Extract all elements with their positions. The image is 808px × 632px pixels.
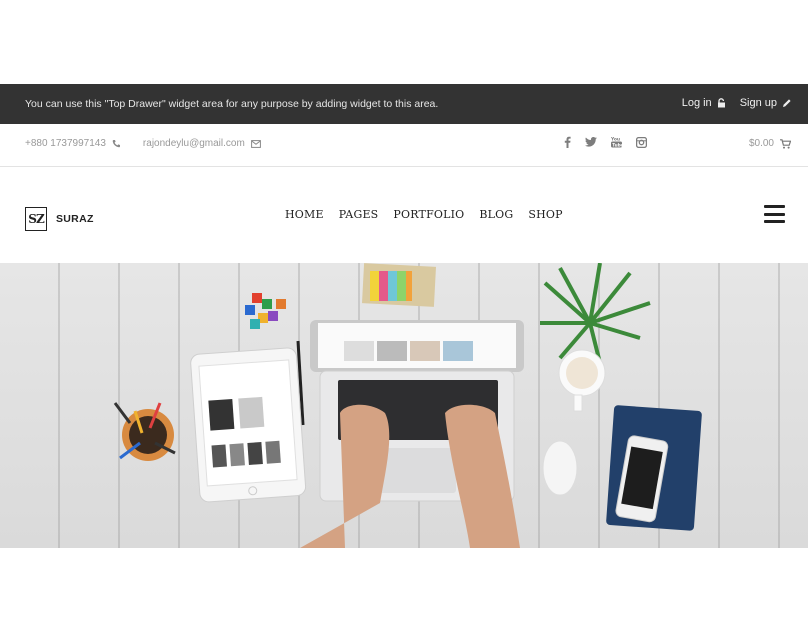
svg-text:Tube: Tube — [612, 142, 622, 147]
site-header: SZ SURAZ HOME PAGES PORTFOLIO BLOG SHOP — [0, 167, 808, 263]
top-drawer: You can use this "Top Drawer" widget are… — [0, 84, 808, 124]
color-cubes — [245, 293, 286, 329]
email-link[interactable]: rajondeylu@gmail.com — [143, 138, 245, 149]
logo-text: SURAZ — [56, 213, 94, 225]
sticky-notes — [362, 263, 436, 307]
nav-item-pages[interactable]: PAGES — [339, 208, 379, 221]
envelope-icon — [250, 139, 261, 148]
tablet — [190, 347, 307, 503]
login-label: Log in — [681, 97, 712, 109]
twitter-icon[interactable] — [585, 137, 597, 147]
signup-label: Sign up — [739, 97, 777, 109]
instagram-icon[interactable] — [636, 136, 647, 148]
pencil-cup — [113, 402, 176, 461]
mouse — [542, 440, 578, 496]
hero-desk-illustration — [113, 263, 702, 548]
youtube-icon[interactable]: You Tube — [611, 136, 622, 148]
cart-button[interactable]: $0.00 — [749, 138, 791, 149]
logo-mark: SZ — [25, 207, 47, 231]
site-logo[interactable]: SZ SURAZ — [25, 207, 94, 231]
phone-icon — [112, 139, 121, 148]
facebook-icon[interactable] — [564, 136, 571, 148]
top-drawer-message: You can use this "Top Drawer" widget are… — [25, 98, 439, 110]
nav-item-blog[interactable]: BLOG — [479, 208, 513, 221]
cart-total: $0.00 — [748, 138, 774, 149]
phone-number: +880 1737997143 — [25, 138, 106, 149]
nav-item-home[interactable]: HOME — [285, 208, 324, 221]
hamburger-menu-icon[interactable] — [764, 205, 785, 223]
pencil-icon — [782, 98, 792, 108]
plant — [540, 263, 651, 364]
signup-link[interactable]: Sign up — [740, 97, 792, 109]
nav-item-portfolio[interactable]: PORTFOLIO — [393, 208, 464, 221]
login-link[interactable]: Log in — [682, 97, 726, 109]
social-links: You Tube — [564, 136, 647, 148]
hero-image — [0, 263, 808, 548]
coffee-cup — [558, 349, 606, 412]
auth-links: Log in Sign up — [682, 97, 792, 109]
shopping-cart-icon — [780, 138, 791, 149]
nav-item-shop[interactable]: SHOP — [528, 208, 562, 221]
main-nav: HOME PAGES PORTFOLIO BLOG SHOP — [285, 208, 563, 221]
contact-bar: +880 1737997143 rajondeylu@gmail.com You… — [0, 124, 808, 167]
unlock-icon — [717, 98, 726, 108]
contact-info: +880 1737997143 rajondeylu@gmail.com — [25, 138, 261, 149]
